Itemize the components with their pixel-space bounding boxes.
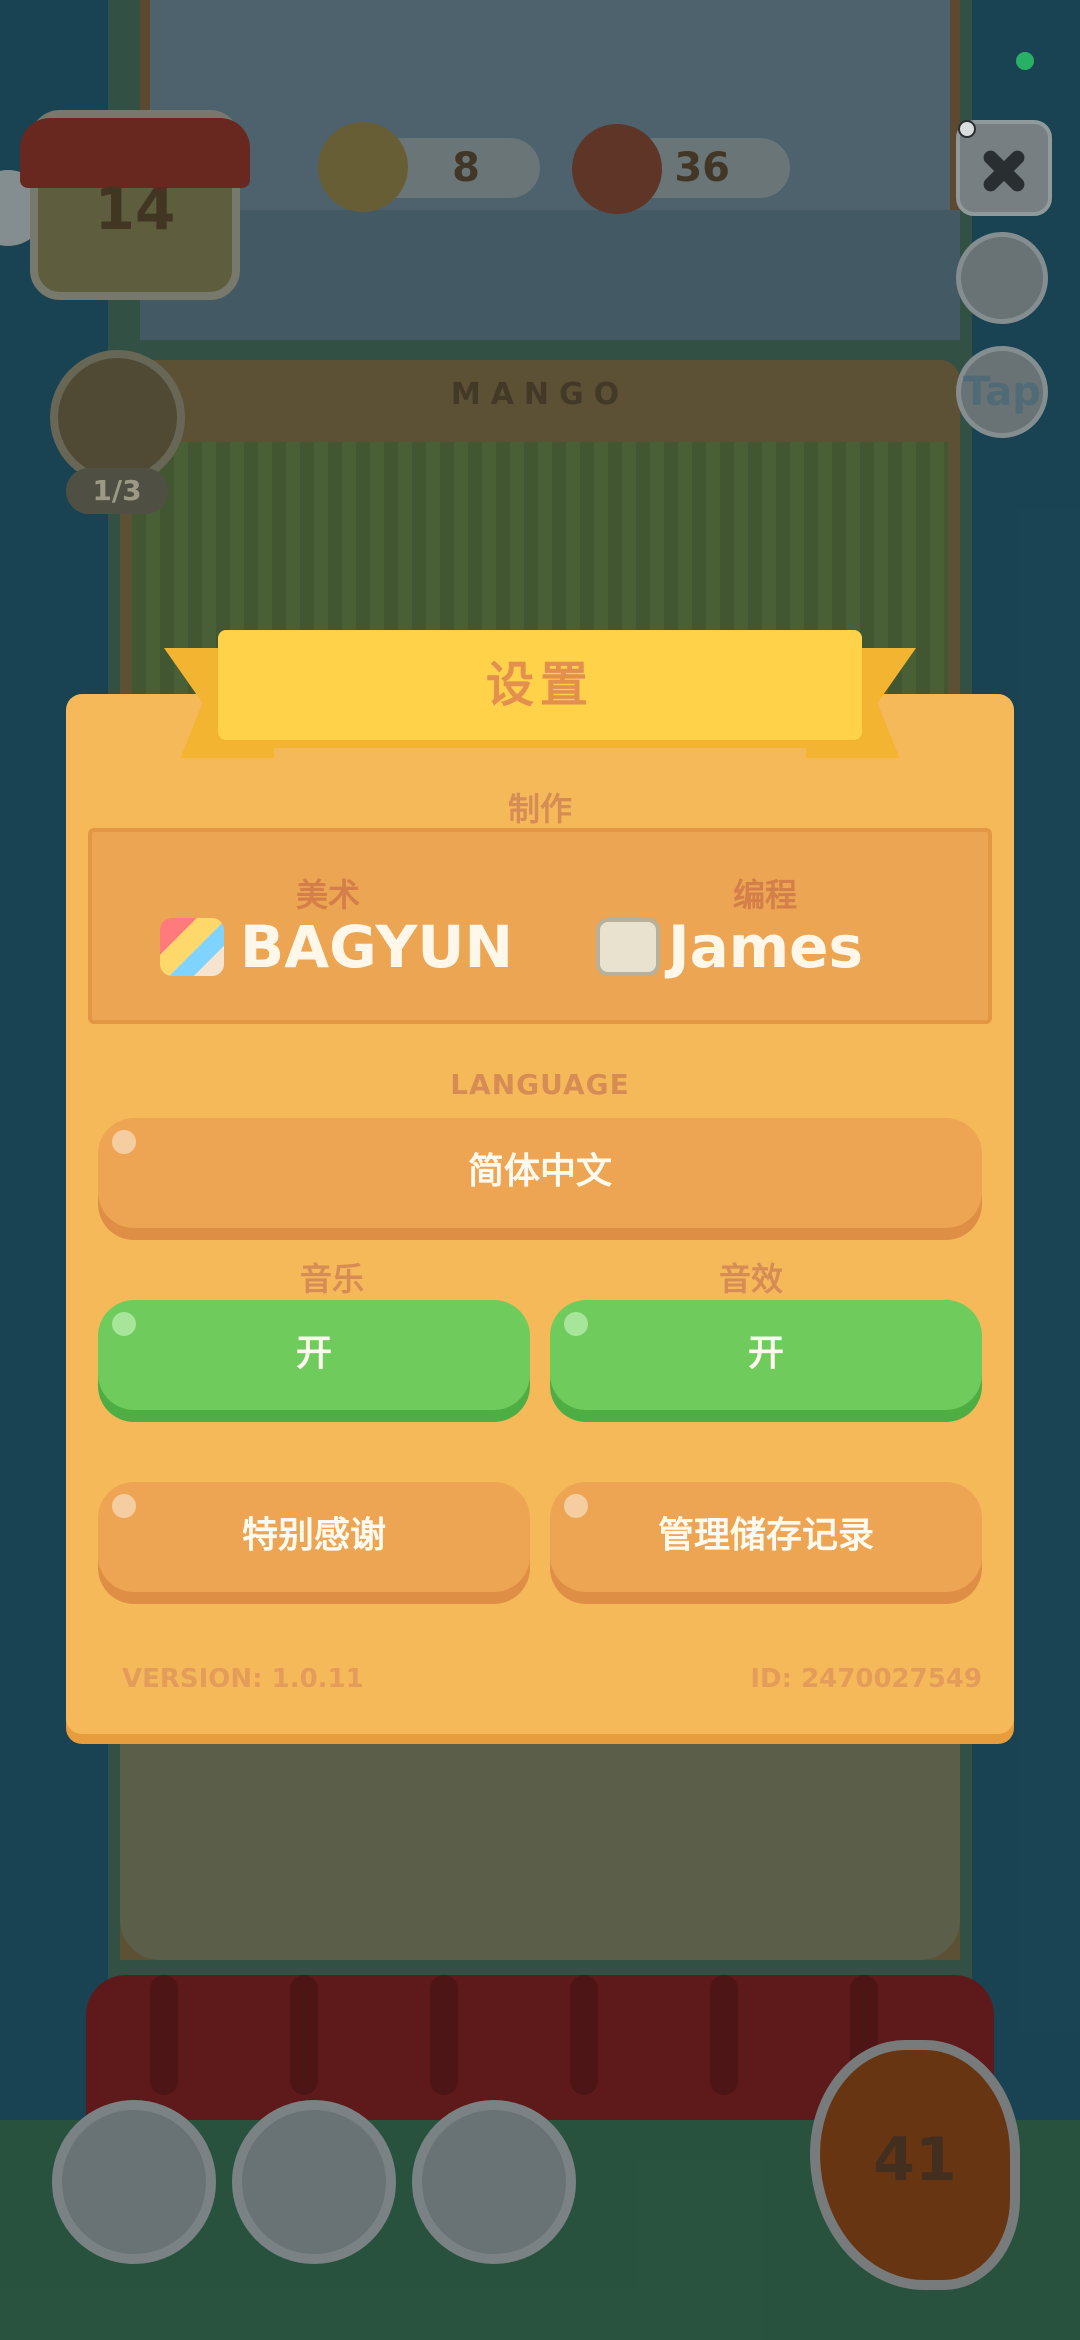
sfx-label: 音效 [718, 1260, 783, 1298]
button-shine [112, 1130, 136, 1154]
artist-icon [160, 918, 224, 976]
version-text: VERSION: 1.0.11 [122, 1664, 364, 1694]
button-shine [564, 1494, 588, 1518]
sfx-toggle[interactable]: 开 [550, 1300, 982, 1410]
music-toggle[interactable]: 开 [98, 1300, 530, 1410]
credits-label: 制作 [507, 790, 572, 828]
code-role-label: 编程 [732, 876, 797, 914]
code-credit-name: James [668, 913, 864, 981]
button-shine [112, 1312, 136, 1336]
music-toggle-value: 开 [295, 1333, 332, 1374]
sfx-toggle-value: 开 [747, 1333, 784, 1374]
player-id-text: ID: 2470027549 [750, 1664, 982, 1694]
language-label: LANGUAGE [450, 1068, 630, 1101]
special-thanks-button[interactable]: 特别感谢 [98, 1482, 530, 1592]
manage-saves-label: 管理储存记录 [657, 1515, 874, 1556]
manage-saves-button[interactable]: 管理储存记录 [550, 1482, 982, 1592]
settings-title: 设置 [485, 657, 594, 713]
button-shine [564, 1312, 588, 1336]
language-button[interactable]: 简体中文 [98, 1118, 982, 1228]
art-role-label: 美术 [295, 876, 360, 914]
special-thanks-label: 特别感谢 [241, 1515, 386, 1556]
art-credit-name: BAGYUN [240, 913, 514, 981]
language-value: 简体中文 [467, 1151, 612, 1192]
music-label: 音乐 [299, 1260, 364, 1298]
button-shine [112, 1494, 136, 1518]
gameboy-icon [596, 918, 660, 976]
